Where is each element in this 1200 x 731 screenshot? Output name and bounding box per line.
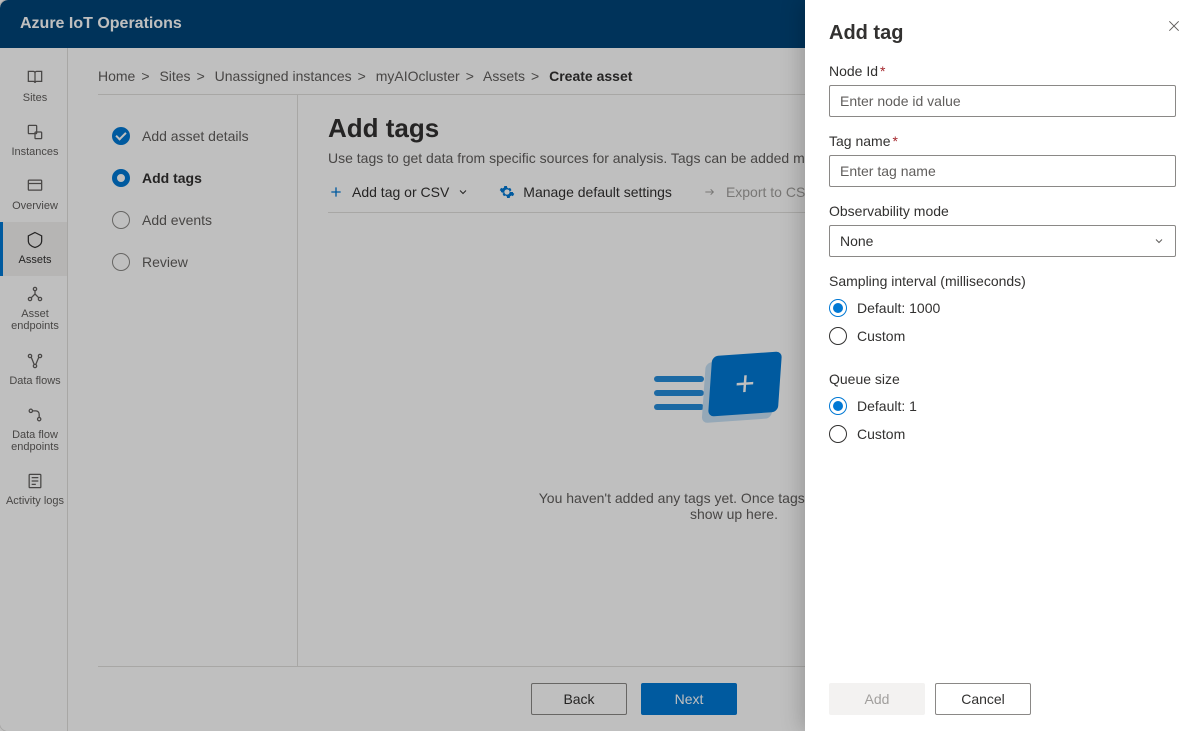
flyout-add-button: Add bbox=[829, 683, 925, 715]
queue-custom-radio[interactable]: Custom bbox=[829, 425, 1176, 443]
radio-label: Custom bbox=[857, 328, 905, 344]
close-button[interactable] bbox=[1166, 18, 1182, 37]
queue-default-radio[interactable]: Default: 1 bbox=[829, 397, 1176, 415]
node-id-input[interactable] bbox=[829, 85, 1176, 117]
add-tag-flyout: Add tag Node Id* Tag name* Observability… bbox=[805, 0, 1200, 731]
select-value: None bbox=[840, 233, 873, 249]
flyout-title: Add tag bbox=[829, 22, 1176, 45]
tag-name-input[interactable] bbox=[829, 155, 1176, 187]
queue-label: Queue size bbox=[829, 371, 1176, 387]
radio-icon bbox=[829, 327, 847, 345]
flyout-cancel-button[interactable]: Cancel bbox=[935, 683, 1031, 715]
close-icon bbox=[1166, 18, 1182, 34]
tag-name-label: Tag name* bbox=[829, 133, 1176, 149]
observability-label: Observability mode bbox=[829, 203, 1176, 219]
radio-label: Custom bbox=[857, 426, 905, 442]
radio-icon bbox=[829, 425, 847, 443]
node-id-label: Node Id* bbox=[829, 63, 1176, 79]
radio-label: Default: 1 bbox=[857, 398, 917, 414]
radio-label: Default: 1000 bbox=[857, 300, 940, 316]
observability-select[interactable]: None bbox=[829, 225, 1176, 257]
radio-icon bbox=[829, 397, 847, 415]
sampling-label: Sampling interval (milliseconds) bbox=[829, 273, 1176, 289]
sampling-custom-radio[interactable]: Custom bbox=[829, 327, 1176, 345]
radio-icon bbox=[829, 299, 847, 317]
chevron-down-icon bbox=[1153, 235, 1165, 247]
sampling-default-radio[interactable]: Default: 1000 bbox=[829, 299, 1176, 317]
